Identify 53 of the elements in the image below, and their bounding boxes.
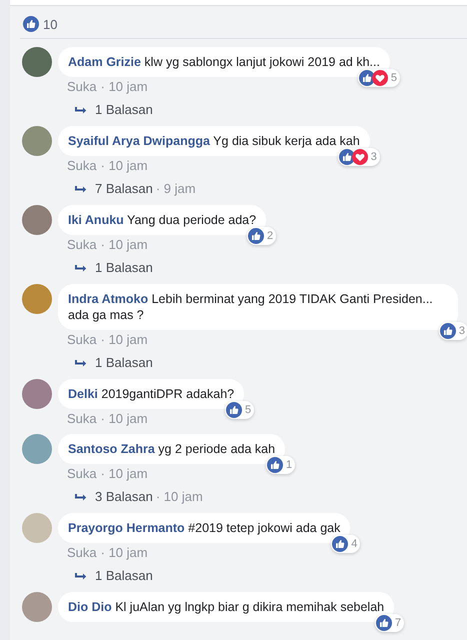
reply-arrow-icon (75, 572, 87, 580)
replies-link[interactable]: 1 Balasan (95, 567, 153, 585)
reactions-badge[interactable]: 7 (375, 614, 404, 632)
like-link[interactable]: Suka (67, 158, 97, 174)
reactions-badge[interactable]: 3 (338, 148, 380, 166)
like-reaction-icon (23, 16, 39, 32)
avatar[interactable] (22, 284, 52, 314)
replies-link[interactable]: 7 Balasan (95, 180, 153, 198)
comment-text: Delki 2019gantiDPR adakah? (68, 387, 234, 401)
replies-link[interactable]: 1 Balasan (95, 259, 153, 277)
avatar[interactable] (22, 592, 52, 622)
comment-time[interactable]: · 10 jam (100, 466, 148, 482)
like-link[interactable]: Suka (67, 466, 97, 482)
reply-arrow-icon (75, 358, 87, 368)
avatar[interactable] (22, 379, 52, 409)
reply-arrow-icon (75, 106, 87, 114)
reactions-badge[interactable]: 5 (358, 69, 400, 87)
reactions-badge[interactable]: 2 (246, 227, 276, 245)
comment-time[interactable]: · 10 jam (100, 79, 148, 95)
comment-text: Santoso Zahra yg 2 periode ada kah (68, 442, 276, 456)
comment-time[interactable]: · 10 jam (100, 158, 148, 174)
replies-link[interactable]: 3 Balasan (95, 488, 153, 506)
like-link[interactable]: Suka (67, 545, 97, 561)
comment-time[interactable]: · 10 jam (100, 545, 148, 561)
like-link[interactable]: Suka (67, 332, 97, 348)
comment-text: Adam Grizie klw yg sablongx lanjut jokowi 2019 ad kh... (68, 55, 380, 69)
comment-text: Syaiful Arya Dwipangga Yg dia sibuk kerja ada kah (68, 134, 360, 148)
comment-text: Dio Dio Kl juAlan yg lngkp biar g dikira memihak sebelah (68, 600, 384, 614)
avatar[interactable] (22, 205, 52, 235)
comment-text: Iki Anuku Yang dua periode ada? (68, 213, 256, 227)
avatar[interactable] (22, 126, 52, 156)
comment-text: Prayorgo Hermanto #2019 tetep jokowi ada gak (68, 521, 340, 535)
replies-link[interactable]: 1 Balasan (95, 101, 153, 119)
comment-time[interactable]: · 10 jam (100, 237, 148, 253)
like-link[interactable]: Suka (67, 411, 97, 427)
reactions-badge[interactable]: 1 (266, 456, 296, 474)
reactions-badge[interactable]: 5 (224, 401, 254, 419)
reply-arrow-icon (75, 184, 87, 194)
comment-text: Indra Atmoko Lebih berminat yang 2019 TIDAK Ganti Presiden... ada ga mas ? (68, 292, 433, 322)
like-link[interactable]: Suka (67, 237, 97, 253)
reactions-badge[interactable]: 3 (438, 322, 467, 340)
reply-arrow-icon (75, 264, 87, 272)
reply-time: · 10 jam (156, 488, 203, 506)
reply-time: · 9 jam (156, 180, 196, 198)
comment-time[interactable]: · 10 jam (100, 332, 148, 348)
reply-arrow-icon (75, 492, 87, 502)
replies-link[interactable]: 1 Balasan (95, 354, 153, 372)
reaction-count[interactable]: 10 (43, 16, 58, 32)
avatar[interactable] (22, 47, 52, 77)
comment-time[interactable]: · 10 jam (100, 411, 148, 427)
reactions-badge[interactable]: 4 (331, 535, 360, 553)
avatar[interactable] (22, 434, 52, 464)
like-link[interactable]: Suka (67, 79, 97, 95)
